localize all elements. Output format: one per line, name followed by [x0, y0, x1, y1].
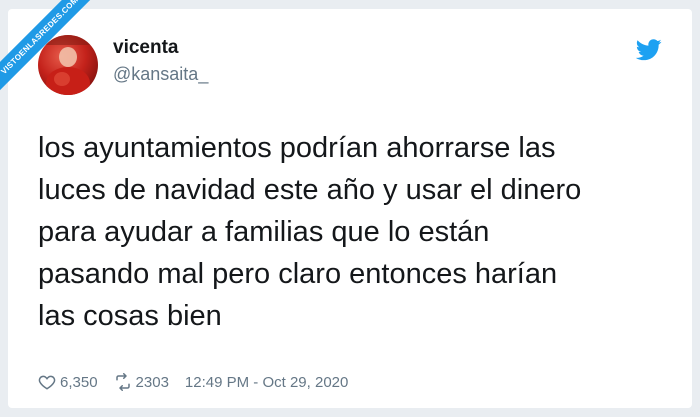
like-stat[interactable]: 6,350 — [38, 373, 98, 391]
tweet-card: vicenta @kansaita_ los ayuntamientos pod… — [8, 9, 692, 408]
retweet-stat[interactable]: 2303 — [114, 373, 169, 391]
like-count: 6,350 — [60, 373, 98, 391]
tweet-text: los ayuntamientos podrían ahorrarse las … — [38, 132, 582, 332]
retweet-icon[interactable] — [114, 373, 132, 391]
heart-icon[interactable] — [38, 373, 56, 391]
watermark-ribbon: VISTOENLASREDES.COM — [0, 0, 104, 100]
tweet-timestamp[interactable]: 12:49 PM - Oct 29, 2020 — [185, 374, 348, 391]
display-name[interactable]: vicenta — [113, 37, 178, 59]
user-handle[interactable]: @kansaita_ — [113, 64, 208, 85]
watermark: VISTOENLASREDES.COM — [0, 0, 110, 110]
twitter-bird-icon — [635, 39, 662, 61]
tweet-footer: 6,350 2303 12:49 PM - Oct 29, 2020 — [38, 371, 348, 393]
retweet-count: 2303 — [135, 373, 169, 391]
